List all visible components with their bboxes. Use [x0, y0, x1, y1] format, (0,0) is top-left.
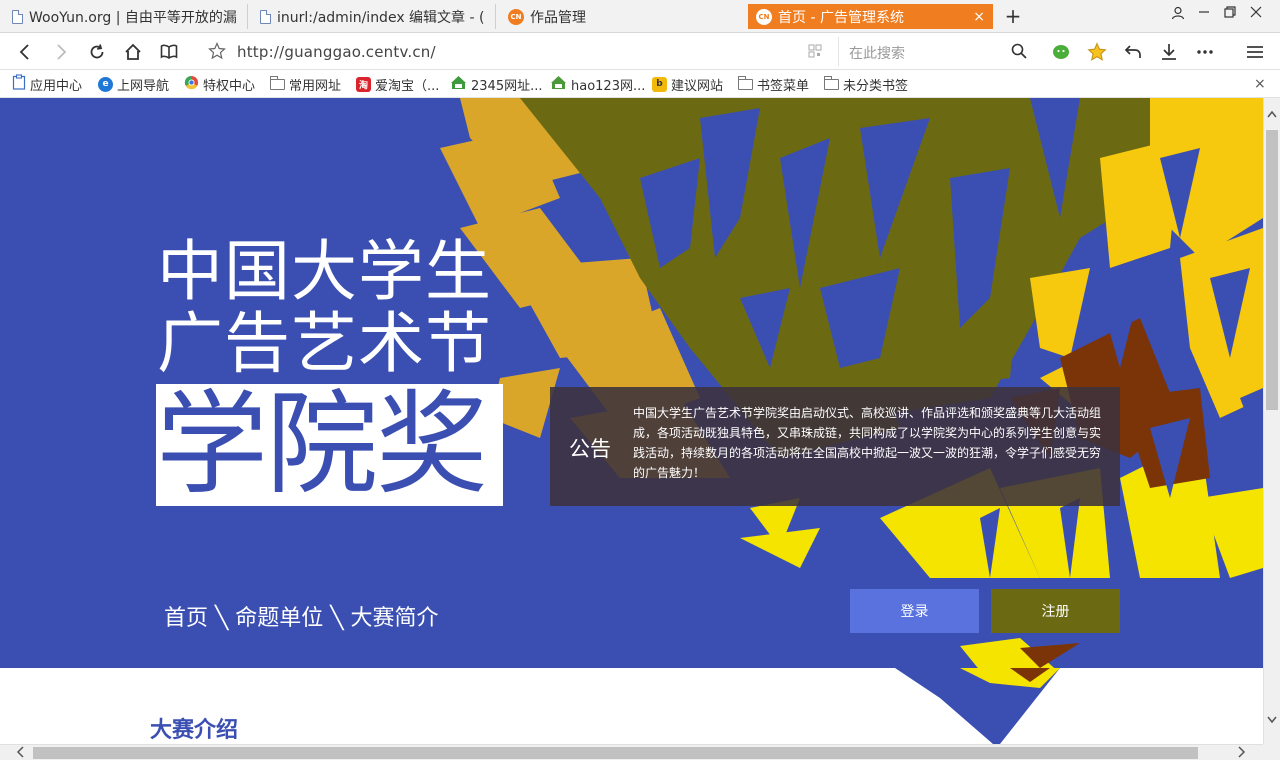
page-icon: [260, 9, 271, 24]
back-button[interactable]: [14, 41, 36, 63]
restore-icon[interactable]: [1220, 6, 1240, 22]
notice-label: 公告: [569, 437, 611, 461]
folder-icon: [824, 75, 839, 90]
search-input[interactable]: 在此搜索: [849, 43, 905, 63]
bookmark-label: 爱淘宝（...: [375, 78, 440, 94]
bookmarks-bar: 应用中心 e 上网导航 特权中心 常用网址 淘 爱淘宝（... 2345网址..…: [0, 70, 1280, 98]
folder-icon: [738, 75, 753, 90]
cntv-icon: CN: [508, 8, 524, 25]
search-box[interactable]: 在此搜索: [838, 37, 1034, 66]
search-icon[interactable]: [1011, 43, 1027, 63]
bookmark-2345[interactable]: 2345网址...: [450, 75, 543, 94]
download-icon[interactable]: [1158, 41, 1180, 63]
bookmark-privilege-center[interactable]: 特权中心: [184, 75, 256, 94]
vertical-scrollbar[interactable]: [1263, 98, 1280, 744]
hero-title-line-2: 广告艺术节: [157, 305, 492, 382]
bookmark-label: 上网导航: [117, 78, 170, 94]
horizontal-scrollbar[interactable]: [0, 744, 1263, 760]
vertical-scroll-thumb[interactable]: [1266, 130, 1278, 410]
bookmark-label: hao123网...: [571, 78, 646, 94]
tab-label: inurl:/admin/index 编辑文章 - (: [277, 9, 485, 26]
ie-icon: e: [98, 76, 113, 92]
tab-label: 首页 - 广告管理系统: [778, 9, 904, 26]
tab-works-management[interactable]: CN 作品管理: [500, 4, 700, 29]
close-tab-icon[interactable]: ×: [973, 9, 985, 25]
scrollbar-corner: [1263, 744, 1280, 760]
menu-icon[interactable]: [1244, 41, 1266, 63]
reload-button[interactable]: [86, 41, 108, 63]
chrome-icon: [184, 75, 199, 94]
navigation-toolbar: http://guanggao.centv.cn/ 在此搜索: [0, 33, 1280, 70]
star-outline-icon[interactable]: [208, 42, 226, 64]
folder-icon: [270, 75, 285, 90]
hero-title-line-1: 中国大学生: [157, 233, 492, 310]
address-bar[interactable]: http://guanggao.centv.cn/: [200, 37, 832, 66]
scroll-down-icon[interactable]: [1267, 714, 1277, 727]
tab-label: WooYun.org | 自由平等开放的漏: [29, 9, 237, 26]
login-button[interactable]: 登录: [850, 589, 979, 633]
bookmark-label: 2345网址...: [471, 78, 543, 94]
bing-icon: b: [652, 76, 667, 92]
close-bookmarks-bar-icon[interactable]: ×: [1254, 75, 1266, 93]
reading-mode-icon[interactable]: [158, 41, 180, 63]
undo-close-icon[interactable]: [1122, 41, 1144, 63]
new-tab-button[interactable]: +: [1002, 5, 1024, 27]
bookmark-folder-unsorted[interactable]: 未分类书签: [824, 75, 909, 94]
hao123-icon: [550, 75, 567, 94]
page-icon: [12, 9, 23, 24]
favorites-star-icon[interactable]: [1086, 41, 1108, 63]
url-text[interactable]: http://guanggao.centv.cn/: [237, 43, 436, 61]
register-button[interactable]: 注册: [991, 589, 1120, 633]
tab-wooyun[interactable]: WooYun.org | 自由平等开放的漏: [4, 4, 248, 29]
bookmark-label: 未分类书签: [843, 78, 909, 94]
scroll-up-icon[interactable]: [1267, 108, 1277, 121]
bookmark-label: 常用网址: [289, 78, 342, 94]
scroll-left-icon[interactable]: [16, 746, 24, 761]
section-title-contest-intro: 大赛介绍: [150, 718, 239, 743]
qr-code-icon[interactable]: [808, 44, 822, 62]
horizontal-scroll-thumb[interactable]: [33, 747, 1198, 759]
tab-home-active[interactable]: CN 首页 - 广告管理系统 ×: [748, 4, 993, 29]
site-nav-links[interactable]: 首页 ╲ 命题单位 ╲ 大赛简介: [164, 600, 438, 632]
forward-button[interactable]: [50, 41, 72, 63]
user-icon[interactable]: [1168, 6, 1188, 24]
bookmark-app-center[interactable]: 应用中心: [12, 74, 83, 94]
wechat-icon[interactable]: [1050, 41, 1072, 63]
tab-strip: WooYun.org | 自由平等开放的漏 inurl:/admin/index…: [0, 0, 1280, 33]
tab-label: 作品管理: [530, 9, 586, 26]
hero-banner: 中国大学生 广告艺术节 学院奖 公告 中国大学生广告艺术节学院奖由启动仪式、高校…: [0, 98, 1263, 668]
clipboard-icon: [12, 74, 26, 94]
hero-title-line-3: 学院奖: [156, 384, 503, 506]
tab-inurl[interactable]: inurl:/admin/index 编辑文章 - (: [252, 4, 496, 29]
bookmark-label: 书签菜单: [757, 78, 810, 94]
shattered-art-background: [440, 98, 1263, 668]
taobao-icon: 淘: [356, 76, 371, 92]
bookmark-hao123[interactable]: hao123网...: [550, 75, 646, 94]
page-viewport: 中国大学生 广告艺术节 学院奖 公告 中国大学生广告艺术节学院奖由启动仪式、高校…: [0, 98, 1263, 744]
cntv-icon: CN: [756, 8, 772, 25]
close-window-icon[interactable]: [1246, 6, 1266, 22]
bookmark-aitaobao[interactable]: 淘 爱淘宝（...: [356, 75, 440, 94]
bookmark-label: 特权中心: [203, 78, 256, 94]
home-button[interactable]: [122, 41, 144, 63]
scroll-right-icon[interactable]: [1238, 746, 1246, 761]
bookmark-label: 应用中心: [30, 78, 83, 94]
bookmark-web-nav[interactable]: e 上网导航: [98, 75, 170, 94]
2345-icon: [450, 75, 467, 94]
bookmark-folder-common[interactable]: 常用网址: [270, 75, 342, 94]
minimize-icon[interactable]: [1194, 6, 1214, 22]
bookmark-folder-menu[interactable]: 书签菜单: [738, 75, 810, 94]
more-icon[interactable]: [1194, 41, 1216, 63]
notice-panel: 公告 中国大学生广告艺术节学院奖由启动仪式、高校巡讲、作品评选和颁奖盛典等几大活…: [550, 387, 1120, 506]
bookmark-label: 建议网站: [671, 78, 724, 94]
notice-text: 中国大学生广告艺术节学院奖由启动仪式、高校巡讲、作品评选和颁奖盛典等几大活动组成…: [633, 406, 1102, 480]
bookmark-suggested-sites[interactable]: b 建议网站: [652, 75, 724, 94]
